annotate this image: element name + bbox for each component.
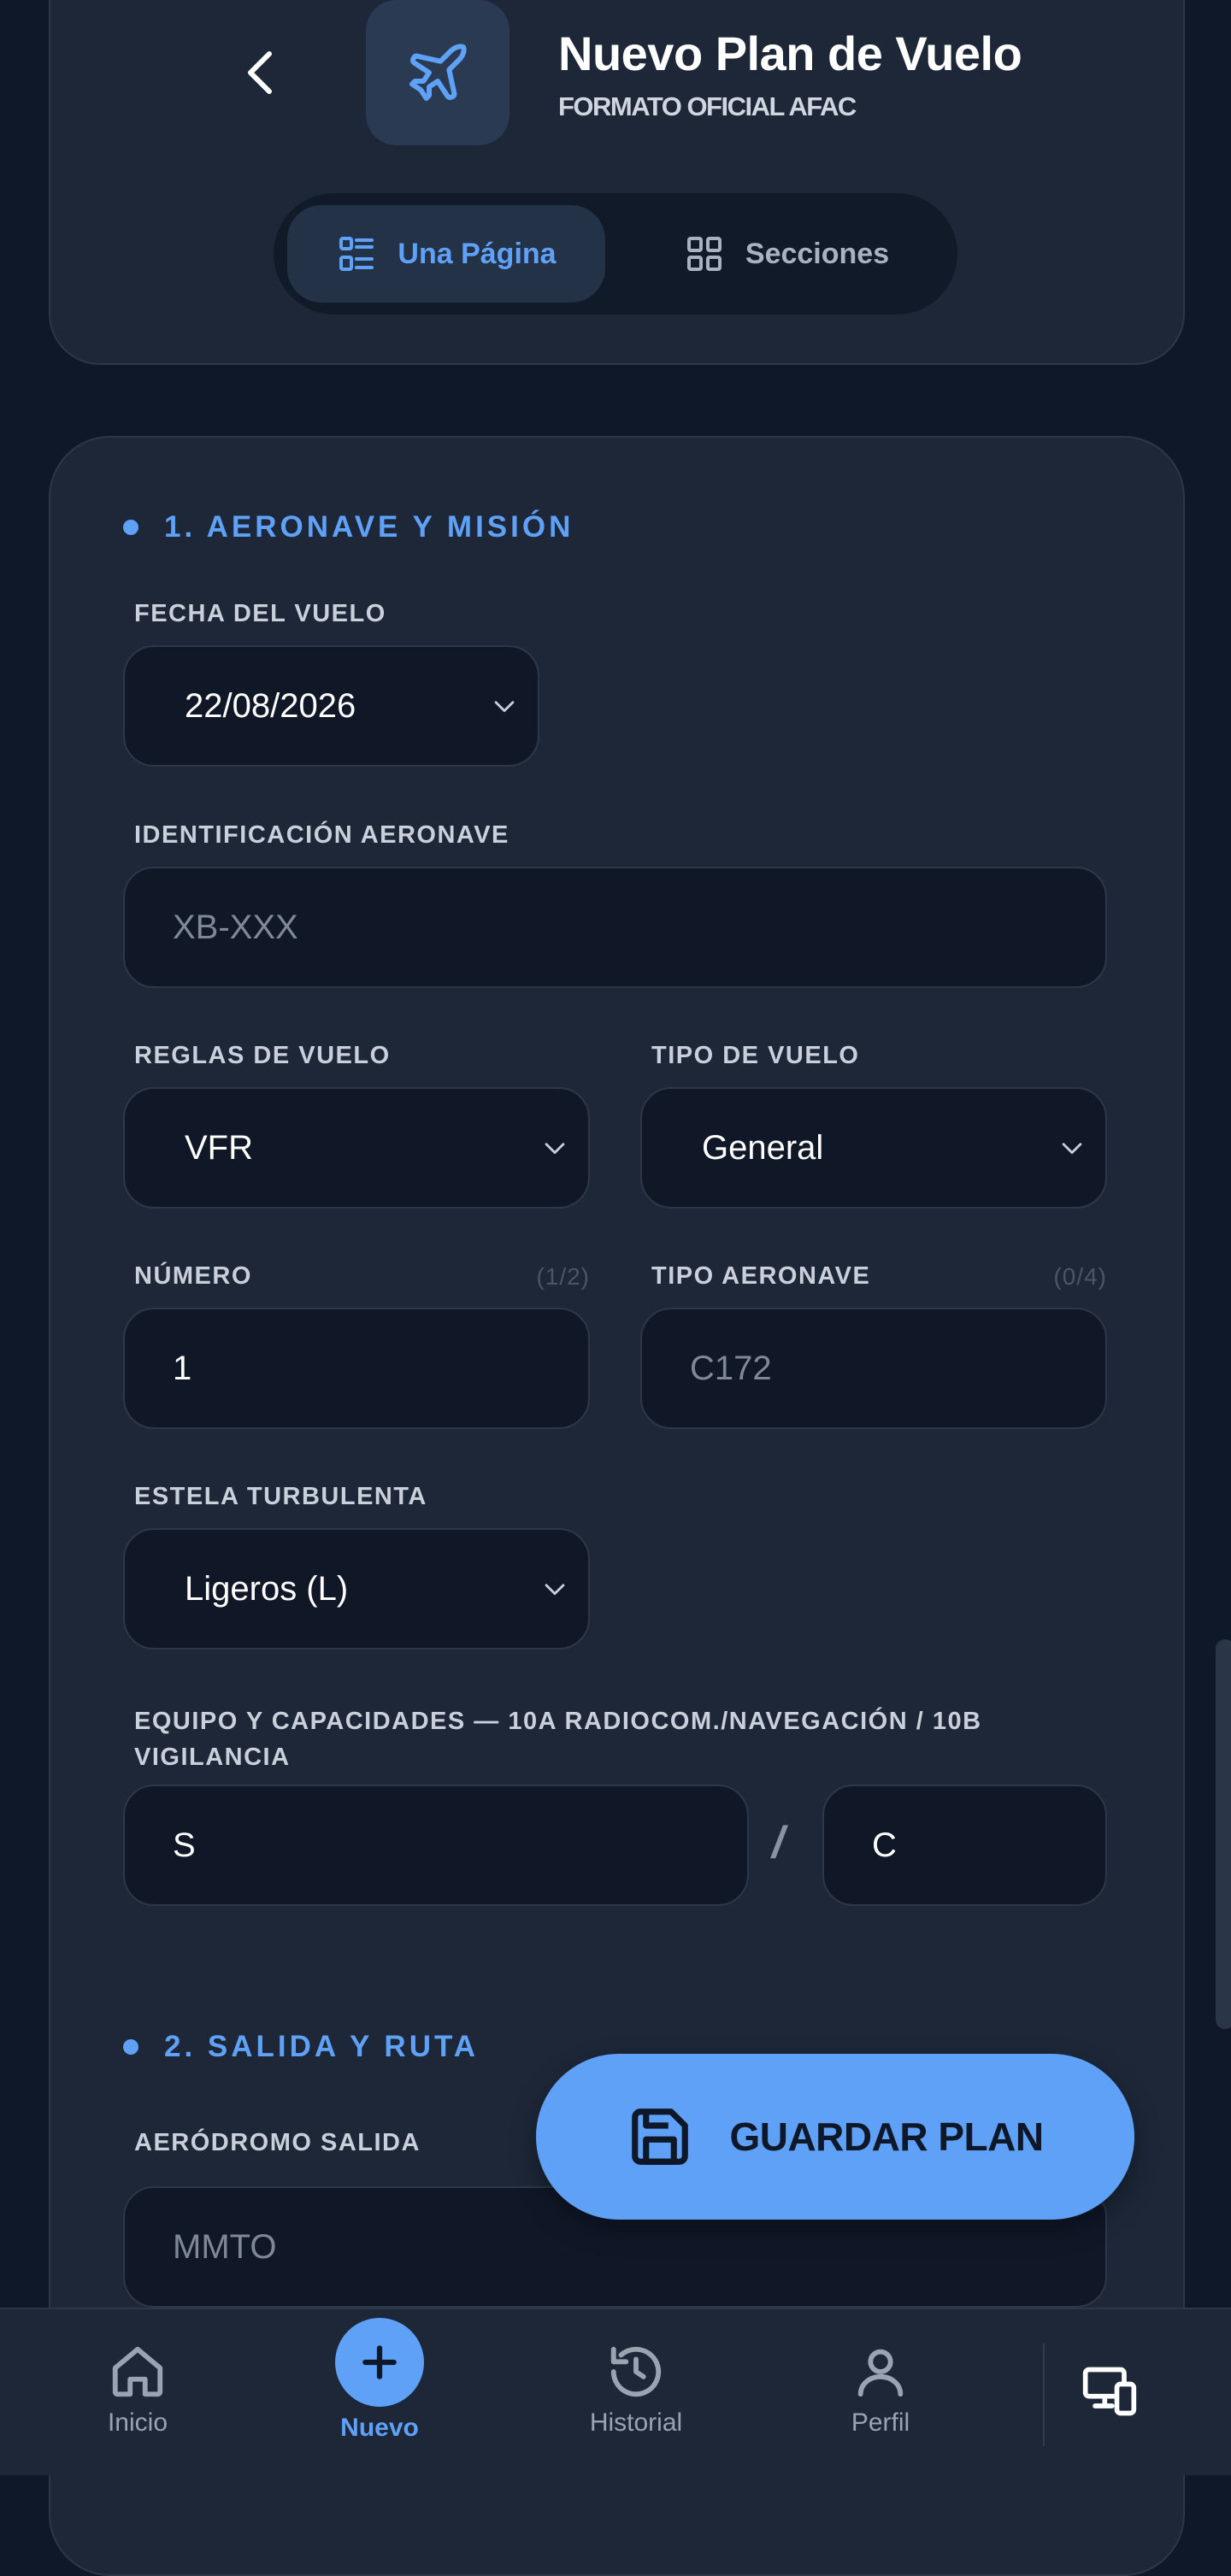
equipment-10a-value: S [173, 1826, 196, 1864]
equipment-10b-input[interactable]: C [822, 1785, 1107, 1906]
nav-item-perfil[interactable]: Perfil [836, 2309, 925, 2475]
wake-turbulence-value: Ligeros (L) [185, 1569, 349, 1608]
flight-date-value: 22/08/2026 [185, 686, 356, 725]
app-logo [366, 0, 509, 145]
chevron-down-icon [545, 1143, 565, 1155]
save-plan-button[interactable]: GUARDAR PLAN [536, 2054, 1134, 2220]
chevron-down-icon [545, 1584, 565, 1596]
nav-item-historial[interactable]: Historial [574, 2309, 698, 2475]
page-title: Nuevo Plan de Vuelo [558, 26, 1022, 80]
tab-sections[interactable]: Secciones [641, 205, 932, 303]
flight-date-label: FECHA DEL VUELO [134, 600, 386, 627]
save-icon [632, 2108, 689, 2165]
chevron-down-icon [494, 701, 515, 713]
history-icon [610, 2346, 662, 2397]
nav-item-nuevo[interactable]: Nuevo [325, 2309, 434, 2475]
nav-item-devices[interactable] [1075, 2309, 1144, 2475]
bottom-nav: Inicio Nuevo Historial Perfil [0, 2308, 1231, 2475]
aircraft-type-input[interactable]: C172 [640, 1308, 1107, 1429]
aircraft-type-placeholder: C172 [690, 1349, 772, 1387]
nav-label-inicio: Inicio [107, 2408, 168, 2437]
departure-label: AERÓDROMO SALIDA [134, 2129, 421, 2156]
section-bullet [123, 520, 138, 535]
flight-type-label: TIPO DE VUELO [651, 1042, 860, 1069]
user-icon [857, 2349, 904, 2397]
tab-single-page-label: Una Página [398, 237, 557, 270]
departure-placeholder: MMTO [173, 2227, 277, 2266]
aircraft-id-label: IDENTIFICACIÓN AERONAVE [134, 821, 509, 849]
equipment-separator: / [772, 1818, 785, 1867]
chevron-left-icon [248, 51, 272, 94]
aircraft-id-placeholder: XB-XXX [173, 908, 298, 946]
section-2-title-text: 2. SALIDA Y RUTA [164, 2030, 480, 2063]
flight-type-select[interactable]: General [640, 1087, 1107, 1209]
flight-rules-select[interactable]: VFR [123, 1087, 590, 1209]
tab-sections-label: Secciones [745, 237, 890, 270]
wake-turbulence-select[interactable]: Ligeros (L) [123, 1528, 590, 1650]
aircraft-id-input[interactable]: XB-XXX [123, 867, 1107, 988]
flight-type-value: General [702, 1128, 824, 1167]
chevron-down-icon [1062, 1143, 1082, 1155]
number-counter: (1/2) [536, 1263, 590, 1290]
equipment-10a-input[interactable]: S [123, 1785, 749, 1906]
plus-icon [362, 2345, 397, 2379]
view-toggle: Una Página Secciones [274, 193, 957, 315]
section-1-title: 1. AERONAVE Y MISIÓN [123, 510, 574, 544]
flight-date-select[interactable]: 22/08/2026 [123, 645, 539, 767]
nav-label-nuevo: Nuevo [340, 2414, 419, 2442]
number-value: 1 [173, 1349, 192, 1387]
list-layout-icon [339, 237, 374, 271]
scrollbar[interactable] [1216, 1639, 1231, 2029]
section-1-title-text: 1. AERONAVE Y MISIÓN [164, 510, 574, 544]
back-button[interactable] [231, 43, 291, 103]
nav-item-inicio[interactable]: Inicio [85, 2309, 190, 2475]
devices-icon [1082, 2367, 1137, 2416]
number-label: NÚMERO [134, 1262, 252, 1290]
section-2-title: 2. SALIDA Y RUTA [123, 2030, 479, 2064]
flight-rules-label: REGLAS DE VUELO [134, 1042, 391, 1069]
aircraft-type-counter: (0/4) [1053, 1263, 1107, 1290]
aircraft-type-label: TIPO AERONAVE [651, 1262, 871, 1290]
number-input[interactable]: 1 [123, 1308, 590, 1429]
nav-label-historial: Historial [589, 2408, 683, 2437]
equipment-10b-value: C [872, 1826, 897, 1864]
wake-turbulence-label: ESTELA TURBULENTA [134, 1483, 427, 1510]
grid-icon [686, 237, 722, 271]
save-plan-label: GUARDAR PLAN [729, 2114, 1044, 2159]
nav-divider [1043, 2344, 1045, 2446]
page-subtitle: FORMATO OFICIAL AFAC [558, 91, 857, 121]
home-icon [112, 2346, 163, 2397]
section-bullet [123, 2039, 138, 2055]
airplane-icon [409, 44, 467, 101]
nav-label-perfil: Perfil [851, 2408, 910, 2437]
tab-single-page[interactable]: Una Página [287, 205, 605, 303]
nav-plus-button [335, 2318, 424, 2407]
equipment-label: EQUIPO Y CAPACIDADES — 10A RADIOCOM./NAV… [134, 1708, 982, 1771]
flight-rules-value: VFR [185, 1128, 253, 1167]
